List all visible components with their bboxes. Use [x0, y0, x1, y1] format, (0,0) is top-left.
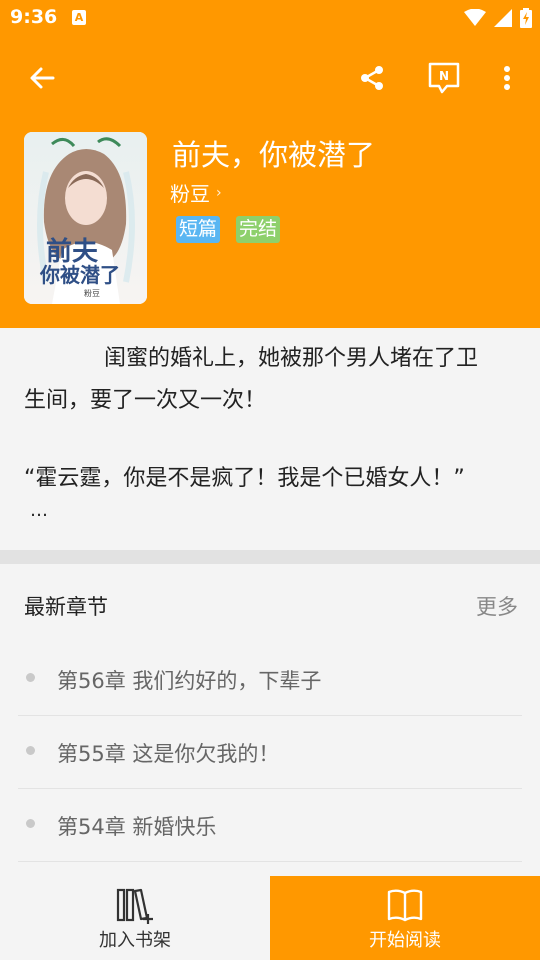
bullet-icon	[26, 746, 35, 755]
tag-status: 完结	[236, 216, 281, 243]
chapter-item[interactable]: 第54章 新婚快乐	[18, 789, 522, 862]
tag-length: 短篇	[176, 216, 221, 243]
status-icons	[464, 6, 532, 30]
n-badge-icon: N	[428, 62, 460, 94]
start-reading-label: 开始阅读	[369, 930, 441, 951]
bullet-icon	[26, 673, 35, 682]
chapter-title: 第54章 新婚快乐	[57, 815, 217, 839]
notification-icon: A	[72, 10, 86, 25]
start-reading-button[interactable]: 开始阅读	[270, 876, 540, 960]
section-title: 最新章节	[24, 595, 108, 619]
cover-title-line2: 你被潜了	[39, 263, 120, 287]
book-header: N 前夫 你被潜了 粉豆 前夫，你被潜了 粉豆 › 短篇 完结	[0, 36, 540, 328]
share-button[interactable]	[352, 58, 392, 98]
back-button[interactable]	[22, 58, 62, 98]
latest-chapters: 最新章节 更多 第56章 我们约好的，下辈子 第55章 这是你欠我的！ 第54章…	[0, 564, 540, 876]
more-chapters-link[interactable]: 更多	[476, 591, 518, 621]
more-vertical-icon	[504, 66, 510, 90]
chevron-right-icon: ›	[216, 184, 222, 201]
book-tags: 短篇 完结	[176, 216, 281, 243]
bookshelf-add-icon	[116, 888, 153, 924]
author-name: 粉豆	[170, 182, 210, 206]
battery-icon	[520, 8, 532, 28]
wifi-icon	[464, 9, 486, 26]
cover-illustration: 前夫 你被潜了 粉豆	[24, 132, 147, 304]
book-cover[interactable]: 前夫 你被潜了 粉豆	[24, 132, 147, 304]
add-to-shelf-label: 加入书架	[99, 930, 171, 951]
status-time: 9:36	[10, 6, 58, 28]
more-menu-button[interactable]	[490, 58, 524, 98]
chapter-title: 第56章 我们约好的，下辈子	[57, 669, 322, 693]
arrow-left-icon	[30, 67, 55, 89]
open-book-icon	[387, 889, 423, 922]
chapter-item[interactable]: 第56章 我们约好的，下辈子	[18, 643, 522, 716]
bottom-action-bar: 加入书架 开始阅读	[0, 876, 540, 960]
synopsis-line: 闺蜜的婚礼上，她被那个男人堵在了卫	[104, 346, 479, 371]
signal-icon	[494, 9, 512, 27]
synopsis-ellipsis: …	[30, 500, 48, 521]
cover-author: 粉豆	[84, 288, 100, 298]
book-title: 前夫，你被潜了	[172, 138, 376, 172]
synopsis-line: “霍云霆，你是不是疯了！我是个已婚女人！”	[24, 466, 465, 491]
author-link[interactable]: 粉豆 ›	[170, 178, 222, 207]
synopsis: 闺蜜的婚礼上，她被那个男人堵在了卫 生间，要了一次又一次！ “霍云霆，你是不是疯…	[0, 328, 540, 550]
notice-button[interactable]: N	[424, 58, 464, 98]
bullet-icon	[26, 819, 35, 828]
chapter-item[interactable]: 第55章 这是你欠我的！	[18, 716, 522, 789]
n-icon-letter: N	[439, 69, 449, 83]
add-to-shelf-button[interactable]: 加入书架	[0, 876, 270, 960]
share-icon	[361, 66, 383, 90]
status-bar: 9:36 A	[0, 0, 540, 36]
section-divider	[0, 550, 540, 564]
chapter-title: 第55章 这是你欠我的！	[57, 742, 280, 766]
synopsis-line: 生间，要了一次又一次！	[24, 388, 267, 413]
